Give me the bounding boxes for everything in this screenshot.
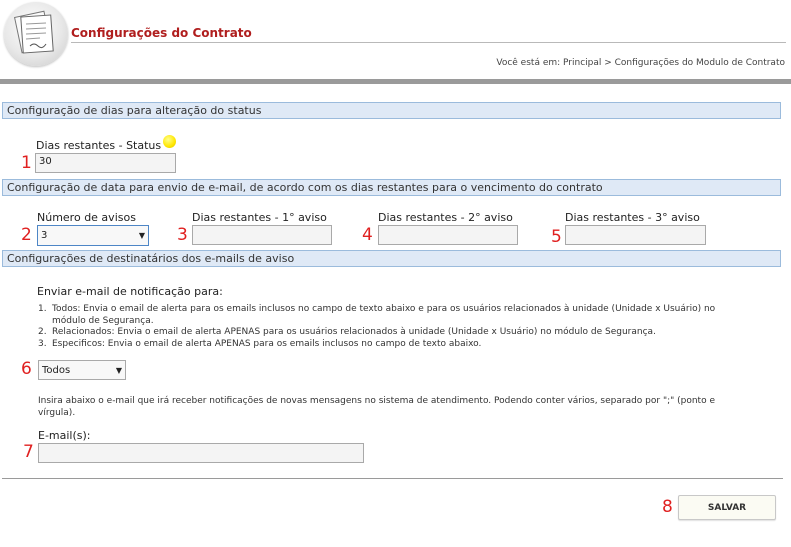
- marker-5: 5: [551, 227, 562, 247]
- aviso2-label: Dias restantes - 2° aviso: [378, 211, 513, 224]
- aviso1-input[interactable]: [192, 225, 332, 245]
- chevron-down-icon: ▼: [115, 365, 122, 375]
- marker-8: 8: [662, 497, 673, 517]
- marker-2: 2: [21, 225, 32, 245]
- option-relacionados: Relacionados: Envia o email de alerta AP…: [52, 327, 656, 337]
- option-especificos: Especificos: Envia o email de alerta APE…: [52, 339, 482, 349]
- footer-divider: [2, 478, 783, 479]
- yellow-status-circle-icon: [163, 135, 176, 148]
- save-button[interactable]: SALVAR: [678, 495, 776, 520]
- email-help-line1: Insira abaixo o e-mail que irá receber n…: [38, 396, 715, 406]
- option-number-1: 1.: [38, 304, 47, 314]
- recipient-type-value: Todos: [42, 364, 71, 376]
- aviso1-label: Dias restantes - 1° aviso: [192, 211, 327, 224]
- avisos-count-select[interactable]: 3 ▼: [37, 225, 149, 246]
- option-number-2: 2.: [38, 327, 47, 337]
- status-days-label: Dias restantes - Status: [36, 139, 162, 152]
- marker-6: 6: [21, 359, 32, 379]
- header-bar: [0, 79, 791, 84]
- aviso3-label: Dias restantes - 3° aviso: [565, 211, 700, 224]
- section-status-heading: Configuração de dias para alteração do s…: [2, 102, 781, 119]
- title-divider: [71, 42, 786, 43]
- marker-7: 7: [23, 442, 34, 462]
- option-number-3: 3.: [38, 339, 47, 349]
- page-title: Configurações do Contrato: [71, 26, 252, 40]
- section-email-dates-heading: Configuração de data para envio de e-mai…: [2, 179, 781, 196]
- avisos-count-value: 3: [41, 230, 48, 241]
- recipient-type-select[interactable]: Todos ▼: [38, 360, 126, 380]
- aviso2-input[interactable]: [378, 225, 518, 245]
- aviso3-input[interactable]: [565, 225, 706, 245]
- status-days-input[interactable]: 30: [35, 153, 176, 173]
- marker-3: 3: [177, 225, 188, 245]
- marker-4: 4: [362, 225, 373, 245]
- contract-logo-icon: [4, 2, 68, 66]
- option-todos-line1: Todos: Envia o email de alerta para os e…: [52, 304, 716, 314]
- chevron-down-icon: ▼: [138, 231, 145, 240]
- email-help-line2: vírgula).: [38, 408, 76, 418]
- section-recipients-heading: Configurações de destinatários dos e-mai…: [2, 250, 781, 267]
- email-label: E-mail(s):: [38, 429, 91, 442]
- email-input[interactable]: [38, 443, 364, 463]
- recipients-intro: Enviar e-mail de notificação para:: [37, 285, 223, 298]
- marker-1: 1: [21, 153, 32, 173]
- avisos-count-label: Número de avisos: [37, 211, 136, 224]
- breadcrumb: Você está em: Principal > Configurações …: [496, 58, 785, 68]
